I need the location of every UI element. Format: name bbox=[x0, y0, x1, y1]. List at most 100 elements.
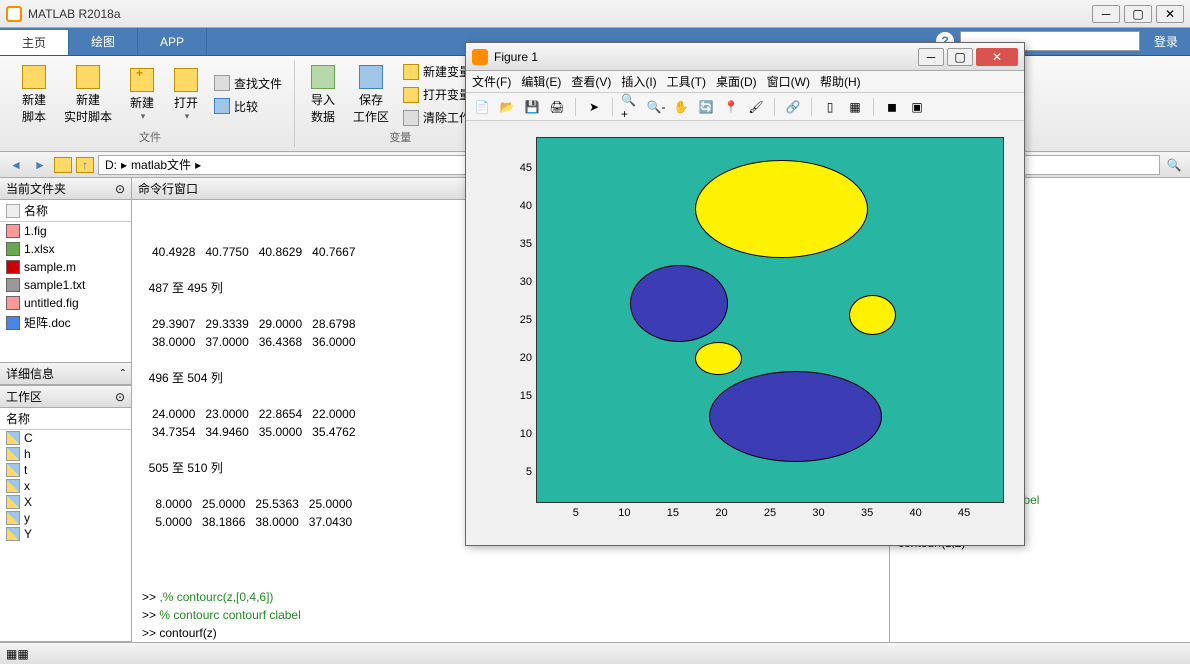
workspace-var[interactable]: t bbox=[0, 462, 131, 478]
brush-icon[interactable]: 🖌 bbox=[746, 97, 766, 117]
panel-expand-icon[interactable]: ˆ bbox=[121, 367, 125, 381]
new-script-button[interactable]: 新建 脚本 bbox=[14, 61, 54, 129]
link-icon[interactable]: 🔗 bbox=[783, 97, 803, 117]
close-button[interactable]: ✕ bbox=[1156, 5, 1184, 23]
zoom-in-icon[interactable]: 🔍+ bbox=[621, 97, 641, 117]
figure-menu-item[interactable]: 桌面(D) bbox=[716, 73, 757, 90]
compare-icon bbox=[214, 98, 230, 114]
var-icon bbox=[6, 463, 20, 477]
x-tick-label: 45 bbox=[958, 507, 970, 519]
workspace-var[interactable]: y bbox=[0, 510, 131, 526]
x-tick-label: 5 bbox=[573, 507, 579, 519]
figure-toolbar: 📄 📂 💾 🖨 ➤ 🔍+ 🔍- ✋ 🔄 📍 🖌 🔗 ▯ ▦ ◼ ▣ bbox=[466, 93, 1024, 121]
figure-minimize-button[interactable]: ─ bbox=[918, 48, 944, 66]
find-files-button[interactable]: 查找文件 bbox=[210, 73, 286, 94]
details-header[interactable]: 详细信息 ˆ bbox=[0, 363, 131, 385]
figure-icon bbox=[472, 49, 488, 65]
import-data-button[interactable]: 导入 数据 bbox=[303, 61, 343, 129]
tab-app[interactable]: APP bbox=[138, 28, 207, 55]
y-tick-label: 10 bbox=[520, 428, 532, 440]
workspace-var[interactable]: x bbox=[0, 478, 131, 494]
print-icon[interactable]: 🖨 bbox=[547, 97, 567, 117]
x-tick-label: 35 bbox=[861, 507, 873, 519]
save-workspace-button[interactable]: 保存 工作区 bbox=[347, 61, 395, 129]
open-figure-icon[interactable]: 📂 bbox=[497, 97, 517, 117]
file-item[interactable]: untitled.fig bbox=[0, 294, 131, 312]
zoom-out-icon[interactable]: 🔍- bbox=[646, 97, 666, 117]
file-icon bbox=[6, 204, 20, 218]
contour-region bbox=[695, 160, 867, 258]
figure-menu-item[interactable]: 文件(F) bbox=[472, 73, 511, 90]
new-live-icon bbox=[76, 65, 100, 89]
new-live-script-button[interactable]: 新建 实时脚本 bbox=[58, 61, 118, 129]
workspace-var[interactable]: X bbox=[0, 494, 131, 510]
folder-nav-icon[interactable] bbox=[54, 157, 72, 173]
contour-region bbox=[695, 342, 742, 375]
new-icon: + bbox=[130, 68, 154, 92]
y-tick-label: 45 bbox=[520, 162, 532, 174]
hide-tools-icon[interactable]: ◼ bbox=[882, 97, 902, 117]
y-tick-label: 25 bbox=[520, 314, 532, 326]
panel-collapse-icon[interactable]: ⊙ bbox=[115, 390, 125, 404]
file-item[interactable]: sample1.txt bbox=[0, 276, 131, 294]
login-link[interactable]: 登录 bbox=[1146, 33, 1186, 50]
new-figure-icon[interactable]: 📄 bbox=[472, 97, 492, 117]
rotate-icon[interactable]: 🔄 bbox=[696, 97, 716, 117]
x-tick-label: 10 bbox=[618, 507, 630, 519]
file-item[interactable]: 矩阵.doc bbox=[0, 312, 131, 333]
find-files-icon bbox=[214, 75, 230, 91]
var-name: t bbox=[24, 463, 27, 477]
file-type-icon bbox=[6, 224, 20, 238]
tab-plot[interactable]: 绘图 bbox=[69, 28, 138, 55]
x-tick-label: 40 bbox=[910, 507, 922, 519]
workspace-header[interactable]: 工作区 ⊙ bbox=[0, 386, 131, 408]
figure-close-button[interactable]: ✕ bbox=[976, 48, 1018, 66]
up-button[interactable]: ↑ bbox=[76, 157, 94, 173]
file-item[interactable]: 1.xlsx bbox=[0, 240, 131, 258]
figure-menu-item[interactable]: 插入(I) bbox=[621, 73, 656, 90]
workspace-var[interactable]: h bbox=[0, 446, 131, 462]
save-figure-icon[interactable]: 💾 bbox=[522, 97, 542, 117]
y-tick-label: 35 bbox=[520, 238, 532, 250]
file-name: sample.m bbox=[24, 260, 76, 274]
figure-maximize-button[interactable]: ▢ bbox=[947, 48, 973, 66]
legend-icon[interactable]: ▦ bbox=[845, 97, 865, 117]
path-drive: D: bbox=[105, 158, 117, 172]
ws-name-column[interactable]: 名称 bbox=[6, 412, 30, 426]
new-button[interactable]: +新建 bbox=[122, 64, 162, 126]
back-button[interactable]: ◄ bbox=[6, 155, 26, 175]
path-search-button[interactable]: 🔍 bbox=[1164, 155, 1184, 175]
file-item[interactable]: sample.m bbox=[0, 258, 131, 276]
open-button[interactable]: 打开 bbox=[166, 64, 206, 126]
figure-menu-item[interactable]: 窗口(W) bbox=[767, 73, 810, 90]
figure-menu-item[interactable]: 帮助(H) bbox=[820, 73, 861, 90]
pointer-icon[interactable]: ➤ bbox=[584, 97, 604, 117]
file-name: 矩阵.doc bbox=[24, 314, 71, 331]
workspace-var[interactable]: C bbox=[0, 430, 131, 446]
open-var-icon bbox=[403, 87, 419, 103]
colorbar-icon[interactable]: ▯ bbox=[820, 97, 840, 117]
contour-region bbox=[849, 295, 896, 335]
name-column[interactable]: 名称 bbox=[24, 202, 48, 219]
compare-button[interactable]: 比较 bbox=[210, 96, 286, 117]
figure-menu-item[interactable]: 查看(V) bbox=[571, 73, 611, 90]
forward-button[interactable]: ► bbox=[30, 155, 50, 175]
x-tick-label: 25 bbox=[764, 507, 776, 519]
maximize-button[interactable]: ▢ bbox=[1124, 5, 1152, 23]
statusbar: ▦▦ bbox=[0, 642, 1190, 664]
figure-window[interactable]: Figure 1 ─ ▢ ✕ 文件(F) 编辑(E) 查看(V) 插入(I) 工具(T)… bbox=[465, 42, 1025, 546]
pan-icon[interactable]: ✋ bbox=[671, 97, 691, 117]
var-icon bbox=[6, 431, 20, 445]
figure-titlebar[interactable]: Figure 1 ─ ▢ ✕ bbox=[466, 43, 1024, 71]
tab-home[interactable]: 主页 bbox=[0, 28, 69, 55]
current-folder-header[interactable]: 当前文件夹 ⊙ bbox=[0, 178, 131, 200]
figure-menu-item[interactable]: 编辑(E) bbox=[521, 73, 561, 90]
data-cursor-icon[interactable]: 📍 bbox=[721, 97, 741, 117]
figure-menu-item[interactable]: 工具(T) bbox=[667, 73, 706, 90]
workspace-var[interactable]: Y bbox=[0, 526, 131, 542]
minimize-button[interactable]: ─ bbox=[1092, 5, 1120, 23]
panel-collapse-icon[interactable]: ⊙ bbox=[115, 182, 125, 196]
file-item[interactable]: 1.fig bbox=[0, 222, 131, 240]
show-tools-icon[interactable]: ▣ bbox=[907, 97, 927, 117]
y-tick-label: 5 bbox=[526, 466, 532, 478]
